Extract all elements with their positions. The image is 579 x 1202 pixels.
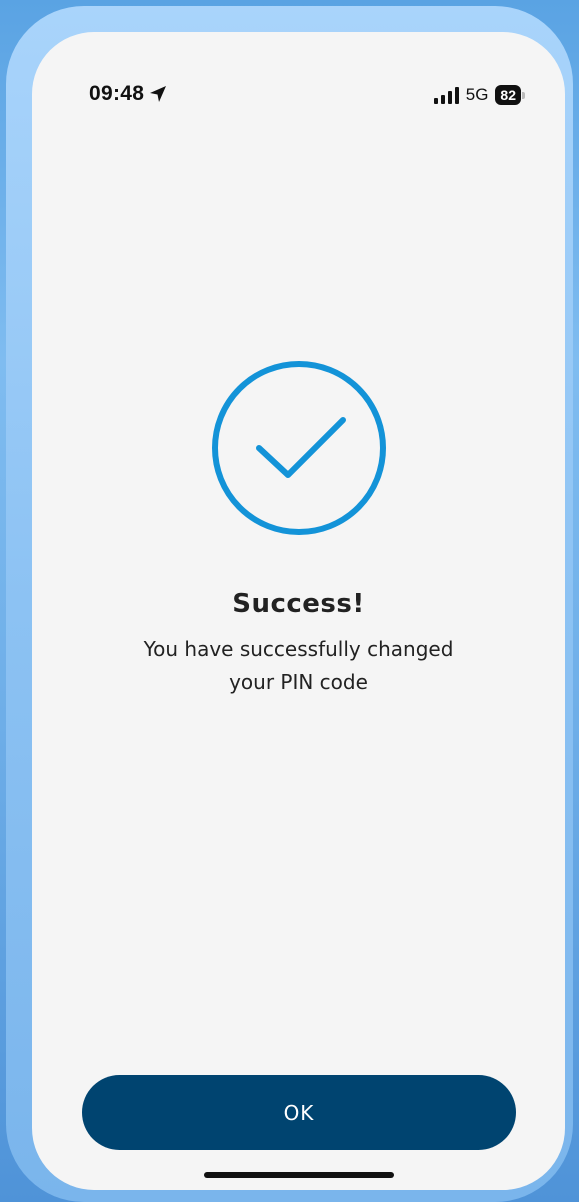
location-arrow-icon	[150, 86, 167, 102]
battery-icon: 82	[495, 85, 525, 105]
ok-button[interactable]: OK	[82, 1075, 516, 1150]
ok-button-label: OK	[283, 1100, 315, 1125]
status-time: 09:48	[89, 82, 145, 105]
network-type-label: 5G	[465, 85, 489, 104]
app-screen: 09:48 5G 82 Success! You have successful…	[32, 32, 565, 1190]
checkmark-circle-icon	[212, 361, 386, 535]
status-time-group: 09:48	[89, 82, 168, 106]
status-bar: 09:48 5G 82	[32, 82, 565, 112]
home-indicator[interactable]	[204, 1172, 394, 1178]
battery-cap	[522, 91, 525, 99]
device-frame: 09:48 5G 82 Success! You have successful…	[6, 6, 573, 1202]
success-title: Success!	[232, 589, 365, 619]
battery-level: 82	[495, 85, 521, 105]
cellular-signal-icon	[433, 86, 459, 104]
status-indicators: 5G 82	[433, 82, 525, 108]
success-message: You have successfully changed your PIN c…	[143, 637, 454, 694]
